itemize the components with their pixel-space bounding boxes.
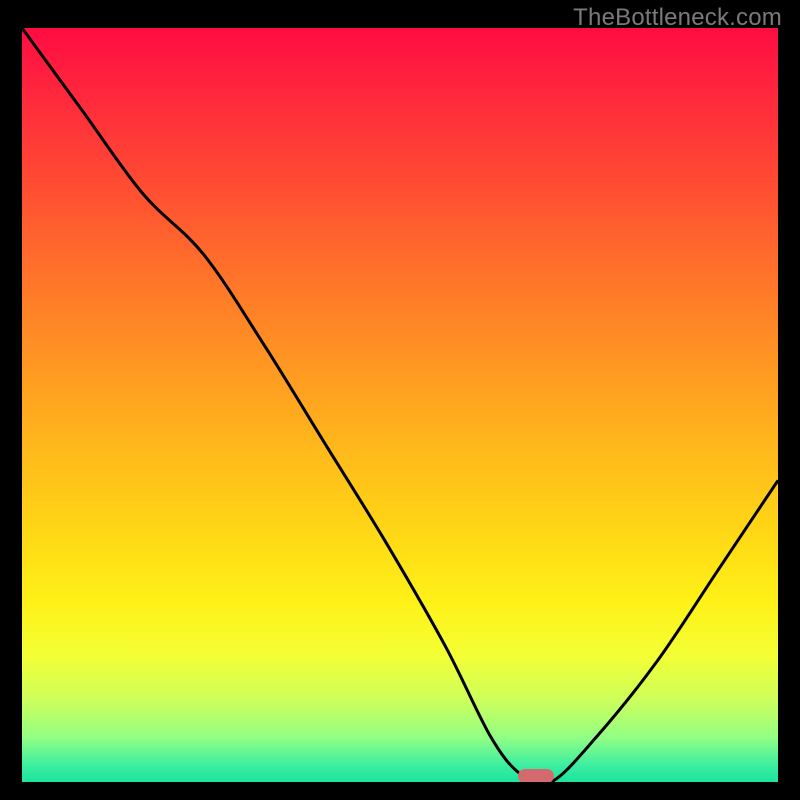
bottleneck-curve <box>22 28 778 782</box>
curve-path <box>22 28 778 782</box>
chart-frame: TheBottleneck.com <box>0 0 800 800</box>
plot-area <box>22 28 778 782</box>
watermark-label: TheBottleneck.com <box>573 4 782 32</box>
optimal-marker <box>518 769 554 782</box>
